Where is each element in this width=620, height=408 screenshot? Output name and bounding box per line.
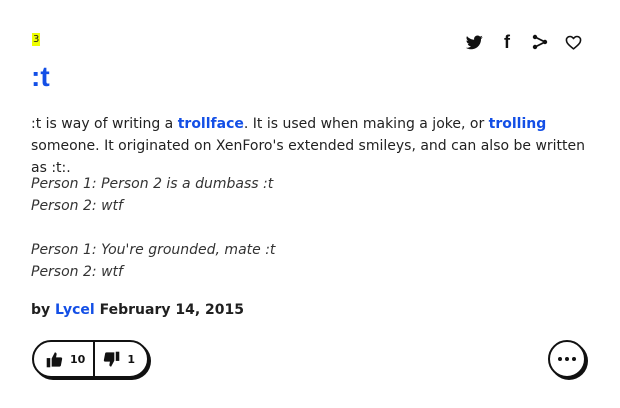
thumbs-up-button[interactable]: 10 — [34, 342, 96, 376]
rank-badge: 3 — [32, 33, 41, 46]
share-icon[interactable] — [528, 30, 552, 54]
twitter-icon[interactable] — [462, 30, 486, 54]
word-title[interactable]: :t — [31, 60, 50, 94]
post-date: February 14, 2015 — [99, 302, 244, 318]
meaning-text: :t is way of writing a — [31, 116, 178, 132]
contributor-prefix: by — [31, 302, 56, 318]
vote-group: 10 1 — [32, 340, 149, 378]
meaning-text: . It is used when making a joke, or — [243, 116, 489, 132]
thumbs-up-icon — [46, 351, 63, 367]
example-line: Person 1: You're grounded, mate :t — [31, 242, 276, 258]
author-link[interactable]: Lycel — [55, 302, 95, 318]
heart-icon[interactable] — [561, 30, 585, 54]
example-line: Person 2: wtf — [31, 198, 123, 214]
definition-meaning: :t is way of writing a trollface. It is … — [31, 113, 591, 179]
more-dot-icon — [565, 357, 569, 361]
definition-example: Person 1: Person 2 is a dumbass :t Perso… — [31, 173, 591, 283]
link-trollface[interactable]: trollface — [178, 116, 244, 132]
meaning-text: someone. It originated on XenForo's exte… — [31, 138, 586, 176]
example-blank-line — [31, 217, 591, 239]
link-trolling[interactable]: trolling — [489, 116, 547, 132]
upvote-count: 10 — [70, 352, 86, 366]
contributor: by Lycel February 14, 2015 — [31, 299, 244, 321]
example-line: Person 2: wtf — [31, 264, 123, 280]
more-dot-icon — [572, 357, 576, 361]
thumbs-down-button[interactable]: 1 — [95, 342, 147, 376]
definition-card: 3 f :t :t is way of writing a trollface.… — [0, 0, 620, 408]
more-options-button[interactable] — [548, 340, 586, 378]
downvote-count: 1 — [127, 352, 135, 366]
thumbs-down-icon — [104, 351, 120, 367]
facebook-icon[interactable]: f — [495, 30, 519, 54]
share-bar: f — [462, 30, 594, 54]
example-line: Person 1: Person 2 is a dumbass :t — [31, 176, 274, 192]
more-dot-icon — [558, 357, 562, 361]
